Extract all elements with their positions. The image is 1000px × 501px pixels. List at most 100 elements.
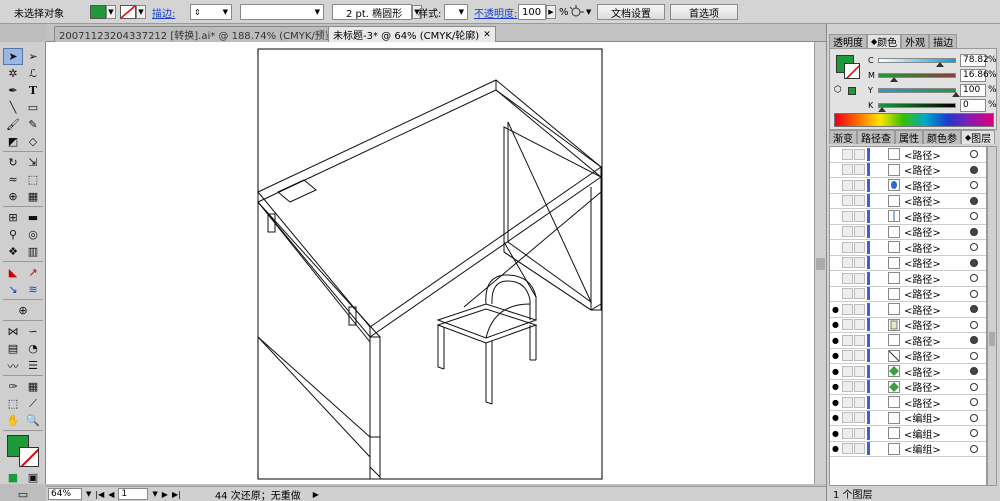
- eye-icon[interactable]: ●: [830, 443, 841, 454]
- wave-tool-icon[interactable]: 〰: [3, 357, 23, 374]
- layer-row[interactable]: <路径>: [830, 256, 986, 271]
- lock-toggle[interactable]: [842, 195, 853, 207]
- template-toggle[interactable]: [854, 179, 865, 191]
- lock-toggle[interactable]: [842, 179, 853, 191]
- warp-envelope-tool-icon[interactable]: ∽: [23, 323, 43, 340]
- screen-mode-icon[interactable]: ▭: [3, 486, 43, 501]
- rotate-tool-icon[interactable]: ↻: [3, 154, 23, 171]
- visibility-toggle[interactable]: [830, 257, 841, 268]
- visibility-toggle[interactable]: [830, 211, 841, 222]
- layer-row[interactable]: ● <编组>: [830, 442, 986, 457]
- template-toggle[interactable]: [854, 412, 865, 424]
- layer-row[interactable]: ● <编组>: [830, 426, 986, 442]
- hand-tool-icon[interactable]: ✋: [3, 412, 23, 429]
- live-paint-selection-tool-icon[interactable]: ↗: [23, 264, 43, 281]
- template-toggle[interactable]: [854, 195, 865, 207]
- tab-gradient[interactable]: 渐变: [829, 130, 857, 145]
- target-icon[interactable]: [970, 150, 978, 159]
- zoom-tool-icon[interactable]: 🔍: [23, 412, 43, 429]
- eyedropper-icon[interactable]: ✑: [3, 378, 23, 395]
- chevron-down-icon[interactable]: ▼: [459, 8, 464, 16]
- template-toggle[interactable]: [854, 303, 865, 315]
- line-tool-icon[interactable]: ╲: [3, 99, 23, 116]
- layer-row[interactable]: <路径>: [830, 209, 986, 225]
- convert-anchor-tool-icon[interactable]: ↘: [3, 281, 23, 298]
- document-tab-active[interactable]: 未标题-3* @ 64% (CMYK/轮廓) ✕: [328, 26, 496, 42]
- target-icon[interactable]: [970, 413, 978, 422]
- eye-icon[interactable]: ●: [830, 412, 841, 423]
- channel-slider[interactable]: [878, 72, 956, 82]
- eyedropper-tool-icon[interactable]: ⚲: [3, 226, 23, 243]
- eye-icon[interactable]: ●: [830, 397, 841, 408]
- layer-row[interactable]: ● <路径>: [830, 395, 986, 411]
- template-toggle[interactable]: [854, 164, 865, 176]
- target-icon[interactable]: [970, 398, 978, 407]
- width-tool-icon[interactable]: ≋: [23, 281, 43, 298]
- free-transform-tool-icon[interactable]: ⬚: [23, 171, 43, 188]
- template-toggle[interactable]: [854, 443, 865, 455]
- layer-row[interactable]: <路径>: [830, 287, 986, 302]
- tab-transparency[interactable]: 透明度: [829, 34, 867, 49]
- chart-icon[interactable]: ◔: [23, 340, 43, 357]
- lock-toggle[interactable]: [842, 350, 853, 362]
- lock-toggle[interactable]: [842, 443, 853, 455]
- eye-icon[interactable]: ●: [830, 304, 841, 315]
- template-toggle[interactable]: [854, 226, 865, 238]
- lock-toggle[interactable]: [842, 288, 853, 300]
- chevron-down-icon[interactable]: ▼: [106, 5, 116, 19]
- blob-brush-tool-icon[interactable]: ◩: [3, 133, 23, 150]
- layer-row[interactable]: ● <编组>: [830, 411, 986, 426]
- chevron-down-icon[interactable]: ▼: [223, 8, 228, 16]
- chevron-down-icon[interactable]: ▼: [586, 8, 591, 16]
- target-icon[interactable]: [970, 367, 978, 376]
- crosshair-icon[interactable]: ⊕: [3, 302, 43, 319]
- channel-slider[interactable]: [878, 102, 956, 112]
- mesh-tool-icon[interactable]: ⊞: [3, 209, 23, 226]
- template-toggle[interactable]: [854, 272, 865, 284]
- layer-row[interactable]: ● <路径>: [830, 333, 986, 349]
- pencil-tool-icon[interactable]: ✎: [23, 116, 43, 133]
- channel-value-field[interactable]: 0: [960, 98, 986, 112]
- live-paint-tool-icon[interactable]: ◣: [3, 264, 23, 281]
- layer-row[interactable]: ● <路径>: [830, 364, 986, 380]
- template-toggle[interactable]: [854, 365, 865, 377]
- template-toggle[interactable]: [854, 241, 865, 253]
- target-icon[interactable]: [970, 227, 978, 236]
- chevron-down-icon[interactable]: ▼: [152, 490, 157, 498]
- template-toggle[interactable]: [854, 381, 865, 393]
- zoom-field[interactable]: 64%: [48, 488, 82, 500]
- target-icon[interactable]: [970, 289, 978, 298]
- fill-swatch[interactable]: [90, 5, 106, 19]
- target-icon[interactable]: [970, 165, 978, 174]
- chevron-down-icon[interactable]: ▼: [86, 490, 91, 498]
- template-toggle[interactable]: [854, 427, 865, 439]
- lock-toggle[interactable]: [842, 381, 853, 393]
- layer-row[interactable]: <路径>: [830, 178, 986, 194]
- pen-tool-icon[interactable]: ✒: [3, 82, 23, 99]
- layer-row[interactable]: ● <路径>: [830, 349, 986, 364]
- target-icon[interactable]: [970, 181, 978, 190]
- slider-knob[interactable]: [878, 106, 886, 112]
- target-icon[interactable]: [970, 305, 978, 314]
- artboard-number-field[interactable]: 1: [118, 488, 149, 500]
- gradient-tool-icon[interactable]: ▬: [23, 209, 43, 226]
- opacity-label[interactable]: 不透明度:: [474, 3, 517, 21]
- lock-toggle[interactable]: [842, 148, 853, 160]
- layer-row[interactable]: <路径>: [830, 225, 986, 240]
- prev-artboard-icon[interactable]: ◀: [108, 490, 114, 499]
- out-of-gamut-icon[interactable]: ⬡: [834, 85, 842, 95]
- web-safe-swatch[interactable]: [848, 87, 856, 95]
- slider-knob[interactable]: [890, 76, 899, 82]
- stroke-swatch[interactable]: [844, 63, 860, 79]
- visibility-toggle[interactable]: [830, 164, 841, 175]
- document-tab[interactable]: 20071123204337212 [转换].ai* @ 188.74% (CM…: [54, 26, 356, 42]
- template-toggle[interactable]: [854, 257, 865, 269]
- scale-tool-icon[interactable]: ⇲: [23, 154, 43, 171]
- rectangle-tool-icon[interactable]: ▭: [23, 99, 43, 116]
- eye-icon[interactable]: ●: [830, 428, 841, 439]
- eye-icon[interactable]: ●: [830, 381, 841, 392]
- visibility-toggle[interactable]: [830, 195, 841, 206]
- layers-scrollbar[interactable]: [987, 146, 997, 486]
- opacity-field[interactable]: 100: [518, 4, 546, 20]
- visibility-toggle[interactable]: [830, 273, 841, 284]
